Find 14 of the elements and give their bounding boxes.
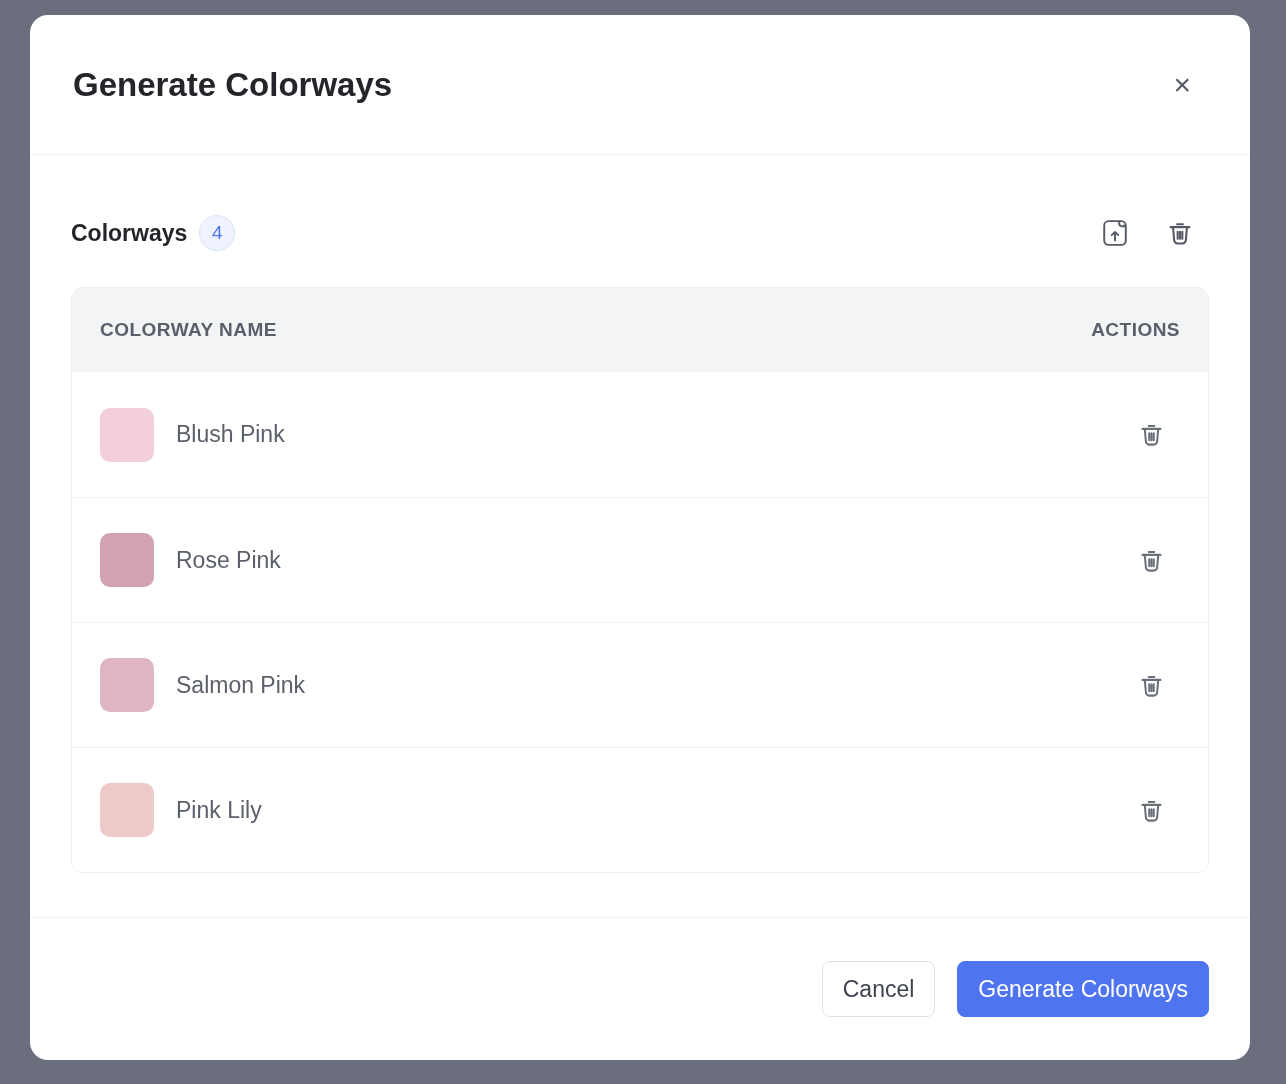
upload-file-icon (1102, 219, 1128, 247)
dialog-title: Generate Colorways (73, 64, 393, 105)
column-header: ACTIONS (1091, 317, 1180, 342)
colorway-name: Pink Lily (176, 795, 262, 825)
generate-button[interactable]: Generate Colorways (957, 961, 1209, 1017)
colorway-name: Rose Pink (176, 545, 281, 575)
upload-button[interactable] (1102, 219, 1128, 247)
section-label: Colorways (71, 218, 188, 248)
close-button[interactable]: × (1173, 69, 1191, 100)
cancel-button[interactable]: Cancel (821, 961, 936, 1017)
column-header: COLORWAY NAME (100, 317, 277, 342)
count-badge: 4 (199, 215, 236, 251)
colorway-name: Salmon Pink (176, 670, 306, 700)
colorway-name: Blush Pink (176, 420, 285, 450)
